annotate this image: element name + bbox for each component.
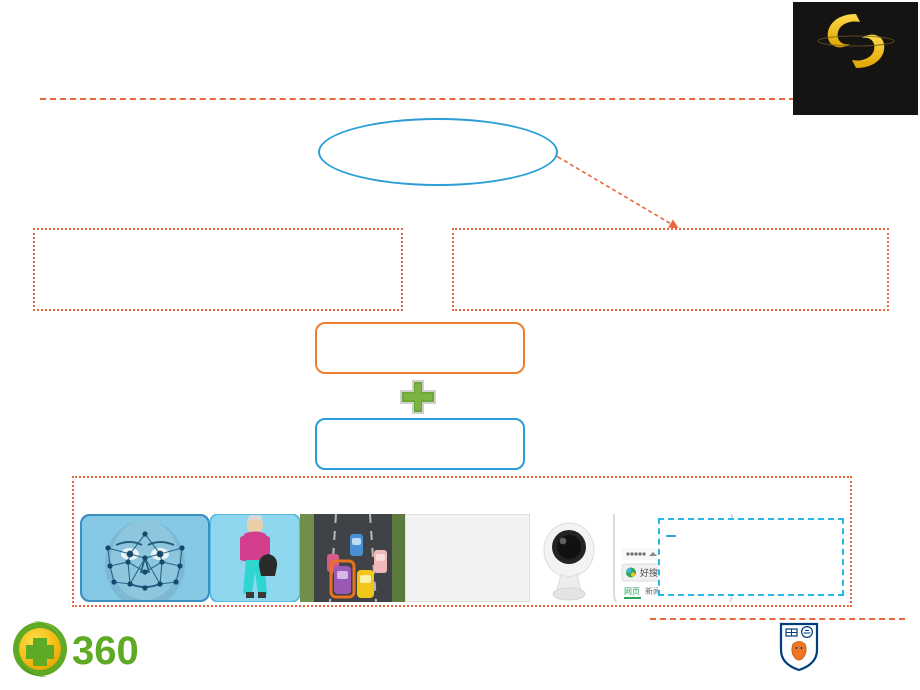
core-research-box xyxy=(452,228,889,311)
universities-ellipse xyxy=(318,118,558,186)
phone-tab-0: 网页 xyxy=(624,587,640,596)
green-plus-icon xyxy=(400,380,436,414)
swirl-icon xyxy=(817,14,895,68)
intelligence-box[interactable] xyxy=(315,322,525,374)
nus-logo xyxy=(779,622,911,674)
footer-divider xyxy=(650,618,905,620)
product-service-box: 2:13 100% 好搜 网页 新闻 图片 视频 问答 xyxy=(72,476,852,607)
phone-search-placeholder: 好搜 xyxy=(640,567,658,579)
infrastructure-box xyxy=(33,228,403,311)
xinzhiyuan-ai-era-logo xyxy=(793,2,918,115)
360-logo: 360 xyxy=(13,621,139,677)
nus-crest-icon xyxy=(779,622,819,672)
face-landmark-detection-thumb xyxy=(80,514,210,602)
title-divider xyxy=(40,98,815,100)
vehicle-detection-thumb xyxy=(300,514,405,602)
360-wordmark: 360 xyxy=(72,629,139,673)
pedestrian-detection-thumb xyxy=(210,514,300,602)
slide-canvas: 2:13 100% 好搜 网页 新闻 图片 视频 问答 xyxy=(0,0,920,690)
security-camera-thumb xyxy=(530,514,608,602)
traffic-identification-chip[interactable] xyxy=(666,535,676,537)
ellipse-label xyxy=(318,130,558,150)
ellipse-shape xyxy=(318,118,558,186)
security-box[interactable] xyxy=(315,418,525,470)
image-mosaic-thumb xyxy=(405,514,530,602)
security-applications-list xyxy=(658,518,844,596)
